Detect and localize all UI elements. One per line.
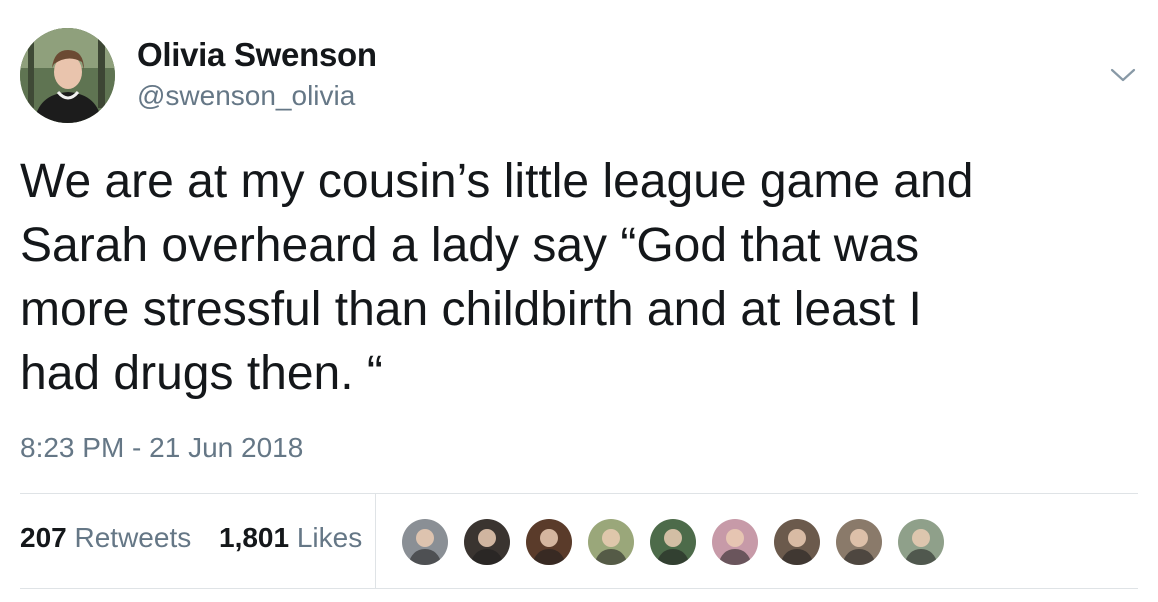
- liker-avatar-icon[interactable]: [834, 517, 884, 567]
- liker-avatar-icon[interactable]: [648, 517, 698, 567]
- liker-avatar-icon[interactable]: [462, 517, 512, 567]
- liker-avatars: [400, 517, 958, 567]
- liker-avatar-icon[interactable]: [710, 517, 760, 567]
- profile-photo-icon: [20, 28, 115, 123]
- tweet-text: We are at my cousin’s little league game…: [20, 155, 974, 400]
- liker-avatar-icon[interactable]: [400, 517, 450, 567]
- retweets-label: Retweets: [74, 522, 192, 553]
- tweet-stats: 207 Retweets 1,801 Likes: [20, 522, 362, 554]
- divider: [20, 588, 1138, 589]
- chevron-down-icon[interactable]: [1108, 60, 1138, 90]
- likes-label: Likes: [296, 522, 363, 553]
- liker-avatar-icon[interactable]: [896, 517, 946, 567]
- retweets-stat[interactable]: 207 Retweets: [20, 522, 191, 554]
- author-avatar[interactable]: [20, 28, 115, 123]
- liker-avatar-icon[interactable]: [524, 517, 574, 567]
- liker-avatar-icon[interactable]: [586, 517, 636, 567]
- retweets-count: 207: [20, 522, 67, 553]
- likes-count: 1,801: [219, 522, 290, 553]
- author-display-name[interactable]: Olivia Swenson: [137, 36, 377, 74]
- likes-stat[interactable]: 1,801 Likes: [219, 522, 362, 554]
- stats-divider: [375, 494, 376, 588]
- tweet-timestamp[interactable]: 8:23 PM - 21 Jun 2018: [20, 432, 303, 464]
- divider: [20, 493, 1138, 494]
- liker-avatar-icon[interactable]: [772, 517, 822, 567]
- author-handle[interactable]: @swenson_olivia: [137, 80, 355, 112]
